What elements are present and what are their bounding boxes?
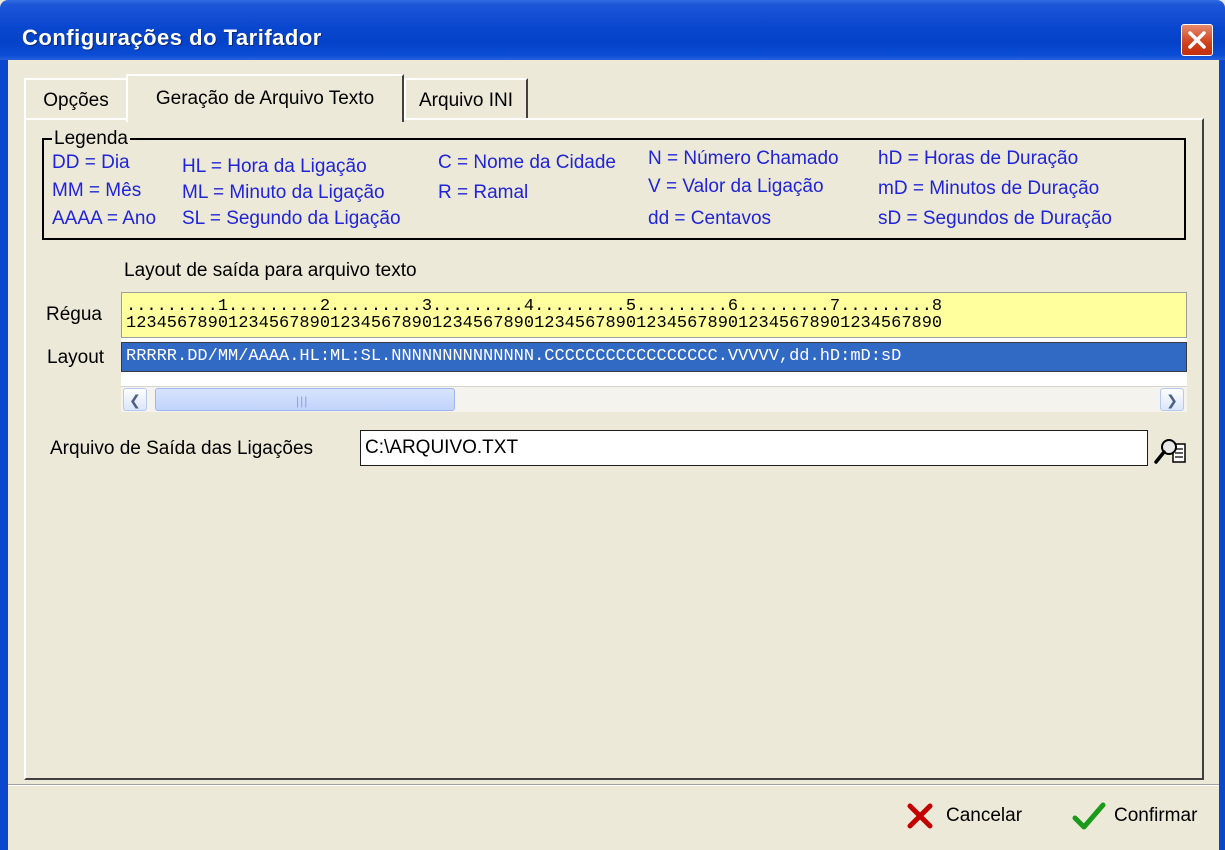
cancel-button[interactable]: Cancelar	[906, 800, 1022, 832]
legend-item: C = Nome da Cidade	[438, 152, 616, 173]
confirm-button-label: Confirmar	[1114, 805, 1198, 826]
green-check-icon	[1072, 802, 1106, 830]
tab-geracao-label: Geração de Arquivo Texto	[155, 88, 375, 109]
output-file-input[interactable]: C:\ARQUIVO.TXT	[360, 430, 1148, 466]
layout-caption: Layout de saída para arquivo texto	[124, 260, 417, 281]
legend-item: R = Ramal	[438, 182, 529, 203]
legend-title: Legenda	[52, 128, 130, 150]
ruler-tens: .........1.........2.........3.........4…	[126, 297, 943, 316]
chevron-left-icon: ❮	[129, 392, 141, 408]
legend-item: dd = Centavos	[648, 208, 772, 229]
window-title: Configurações do Tarifador	[22, 25, 322, 50]
ruler: .........1.........2.........3.........4…	[121, 292, 1187, 338]
ruler-units: 1234567890123456789012345678901234567890…	[126, 314, 943, 333]
horizontal-scrollbar[interactable]: ❮ ||| ❯	[121, 386, 1187, 412]
window-frame-right	[1219, 60, 1225, 850]
chevron-right-icon: ❯	[1166, 392, 1178, 408]
scroll-right-button[interactable]: ❯	[1160, 388, 1184, 411]
close-button[interactable]	[1181, 24, 1213, 56]
legend-item: AAAA = Ano	[52, 208, 157, 229]
legend-item: mD = Minutos de Duração	[878, 178, 1100, 199]
legend-item: MM = Mês	[52, 180, 142, 201]
legend-item: DD = Dia	[52, 152, 130, 173]
legend-item: sD = Segundos de Duração	[878, 208, 1112, 229]
tab-arquivo-ini-label: Arquivo INI	[419, 90, 513, 111]
legend-item: ML = Minuto da Ligação	[182, 182, 385, 203]
ruler-label: Régua	[46, 304, 102, 325]
tab-opcoes[interactable]: Opções	[24, 78, 128, 118]
window-frame-left	[0, 60, 8, 850]
layout-label: Layout	[47, 347, 105, 368]
button-divider	[8, 784, 1219, 786]
tab-arquivo-ini[interactable]: Arquivo INI	[404, 78, 528, 118]
search-file-icon	[1154, 439, 1186, 464]
scroll-left-button[interactable]: ❮	[123, 388, 147, 411]
legend-item: N = Número Chamado	[648, 148, 839, 169]
grip-icon: |||	[296, 394, 309, 408]
legend-item: V = Valor da Ligação	[648, 176, 824, 197]
layout-input[interactable]: RRRRR.DD/MM/AAAA.HL:ML:SL.NNNNNNNNNNNNNN…	[121, 342, 1187, 372]
red-x-icon	[907, 803, 933, 829]
browse-file-button[interactable]	[1153, 436, 1189, 466]
tab-opcoes-label: Opções	[43, 90, 109, 111]
legend-item: HL = Hora da Ligação	[182, 156, 367, 177]
legend-item: SL = Segundo da Ligação	[182, 208, 401, 229]
output-file-label: Arquivo de Saída das Ligações	[50, 438, 314, 459]
legend-item: hD = Horas de Duração	[878, 148, 1079, 169]
confirm-button[interactable]: Confirmar	[1072, 800, 1197, 832]
scroll-thumb[interactable]: |||	[155, 388, 455, 411]
close-icon	[1188, 31, 1206, 49]
title-bar: Configurações do Tarifador	[0, 0, 1225, 60]
tab-geracao-arquivo-texto[interactable]: Geração de Arquivo Texto	[126, 74, 404, 122]
cancel-button-label: Cancelar	[946, 805, 1023, 826]
